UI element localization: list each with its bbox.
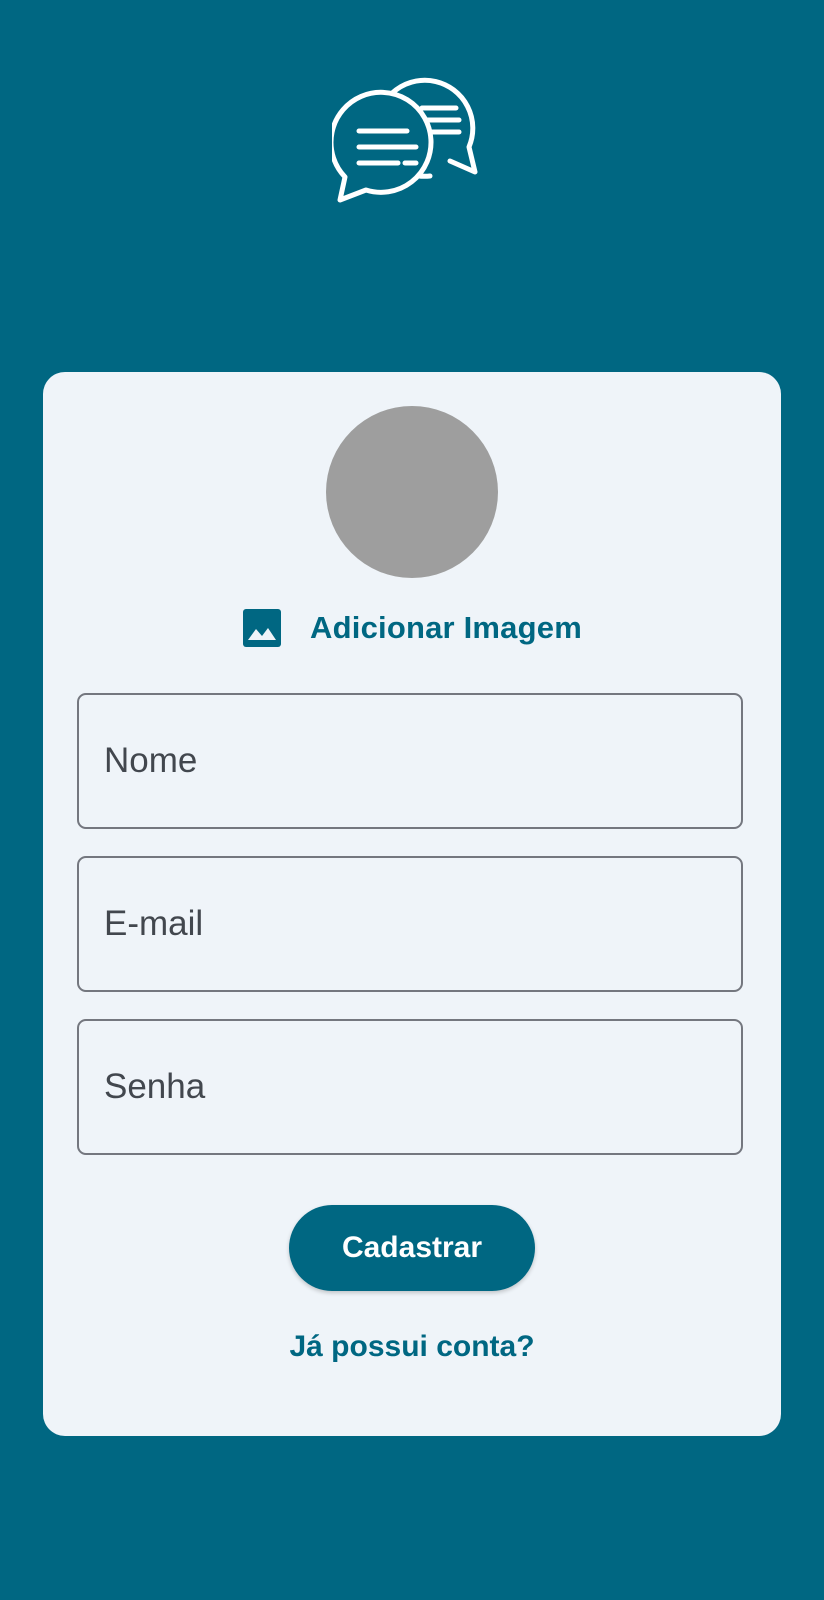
password-field[interactable] [77, 1019, 743, 1155]
add-image-button[interactable]: Adicionar Imagem [43, 604, 781, 652]
name-field[interactable] [77, 693, 743, 829]
avatar-placeholder[interactable] [326, 406, 498, 578]
chat-bubbles-icon [332, 77, 478, 203]
email-field[interactable] [77, 856, 743, 992]
name-input[interactable] [79, 695, 741, 827]
login-link[interactable]: Já possui conta? [43, 1330, 781, 1364]
password-input[interactable] [79, 1021, 741, 1153]
add-image-label: Adicionar Imagem [310, 610, 582, 645]
register-card: Adicionar Imagem Cadastrar Já possui con… [43, 372, 781, 1436]
image-icon [243, 609, 282, 647]
email-input[interactable] [79, 858, 741, 990]
register-button[interactable]: Cadastrar [289, 1205, 535, 1291]
